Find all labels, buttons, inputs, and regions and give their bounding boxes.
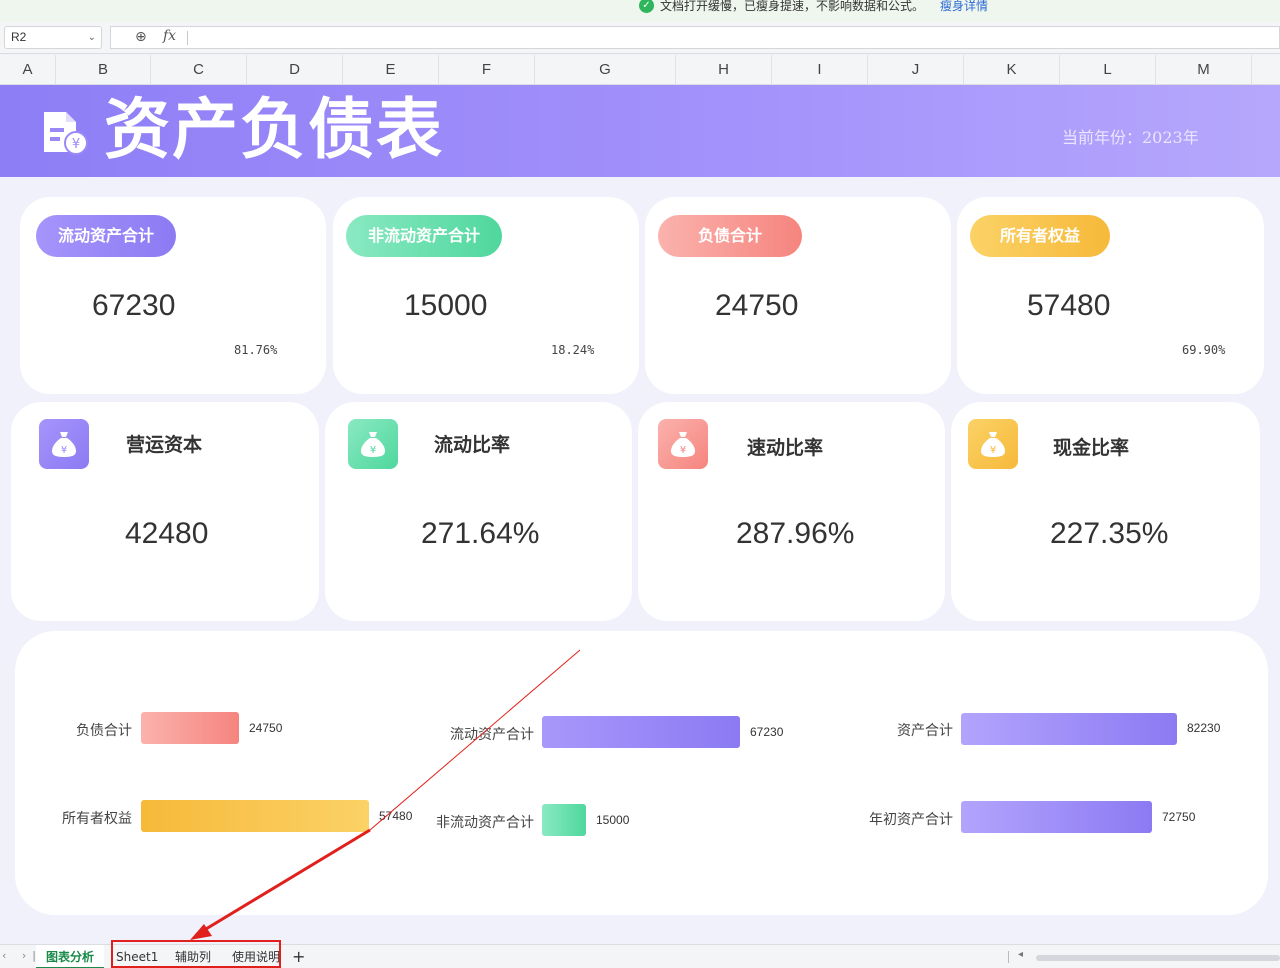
- column-header-g[interactable]: G: [535, 55, 676, 85]
- formula-separator: [187, 31, 188, 45]
- annotation-arrowhead: [190, 924, 212, 940]
- bar-chart-panel: [15, 631, 1268, 915]
- svg-text:¥: ¥: [680, 445, 686, 456]
- column-header-l[interactable]: L: [1060, 55, 1156, 85]
- column-header-row: A B C D E F G H I J K L M: [0, 55, 1280, 85]
- add-sheet-button[interactable]: +: [292, 945, 305, 968]
- column-header-f[interactable]: F: [439, 55, 535, 85]
- ratio-card-quick-ratio: ¥ 速动比率 287.96%: [638, 402, 945, 621]
- ratio-card-cash-ratio: ¥ 现金比率 227.35%: [951, 402, 1260, 621]
- bar-value-liabilities: 24750: [249, 721, 283, 735]
- kpi-label-pill: 流动资产合计: [36, 215, 177, 257]
- column-header-h[interactable]: H: [676, 55, 772, 85]
- bar-label-equity: 所有者权益: [62, 811, 132, 827]
- fx-icon[interactable]: fx: [163, 28, 176, 44]
- bar-noncurrent-assets: [542, 804, 586, 836]
- ratio-card-current-ratio: ¥ 流动比率 271.64%: [325, 402, 632, 621]
- bar-equity: [141, 800, 369, 832]
- bar-total-assets: [961, 713, 1177, 745]
- name-box[interactable]: R2 ⌄: [4, 26, 102, 49]
- column-header-i[interactable]: I: [772, 55, 868, 85]
- svg-text:¥: ¥: [370, 445, 376, 456]
- bar-value-current-assets: 67230: [750, 725, 784, 739]
- svg-text:¥: ¥: [72, 137, 80, 152]
- check-circle-icon: ✓: [639, 0, 654, 13]
- column-header-e[interactable]: E: [343, 55, 439, 85]
- svg-text:¥: ¥: [61, 445, 67, 456]
- column-header-k[interactable]: K: [964, 55, 1060, 85]
- column-header-m[interactable]: M: [1156, 55, 1252, 85]
- ratio-value: 227.35%: [1050, 517, 1169, 550]
- cell-reference: R2: [11, 30, 27, 44]
- kpi-label-pill: 负债合计: [658, 215, 803, 257]
- money-bag-icon: ¥: [348, 419, 398, 469]
- bar-current-assets: [542, 716, 740, 748]
- bar-label-noncurrent-assets: 非流动资产合计: [436, 815, 534, 831]
- money-bag-icon: ¥: [39, 419, 89, 469]
- bar-value-noncurrent-assets: 15000: [596, 813, 630, 827]
- formula-bar: R2 ⌄ ⊕ fx: [0, 22, 1280, 54]
- bar-liabilities: [141, 712, 239, 744]
- formula-input[interactable]: ⊕ fx: [110, 26, 1280, 49]
- slim-details-link[interactable]: 瘦身详情: [940, 0, 988, 14]
- column-header-a[interactable]: A: [0, 55, 56, 85]
- kpi-value: 67230: [92, 289, 176, 322]
- notification-message: 文档打开缓慢，已瘦身提速，不影响数据和公式。: [660, 0, 925, 13]
- money-bag-icon: ¥: [968, 419, 1018, 469]
- bar-label-liabilities: 负债合计: [76, 723, 132, 739]
- kpi-label-pill: 非流动资产合计: [346, 215, 503, 257]
- column-header-j[interactable]: J: [868, 55, 964, 85]
- bar-label-start-year-assets: 年初资产合计: [869, 812, 953, 828]
- kpi-card-noncurrent-assets: 非流动资产合计 15000 18.24%: [333, 197, 639, 394]
- ratio-label: 营运资本: [126, 434, 203, 456]
- document-yuan-icon: ¥: [44, 112, 88, 155]
- bar-label-total-assets: 资产合计: [897, 723, 953, 739]
- sheet-tab-chart-analysis[interactable]: 图表分析: [36, 945, 105, 968]
- kpi-value: 24750: [715, 289, 799, 322]
- notification-bar: ✓ 文档打开缓慢，已瘦身提速，不影响数据和公式。 瘦身详情: [0, 0, 1280, 22]
- column-header-c[interactable]: C: [151, 55, 247, 85]
- kpi-percent: 69.90%: [1182, 343, 1226, 357]
- kpi-card-current-assets: 流动资产合计 67230 81.76%: [20, 197, 326, 394]
- bar-value-start-year-assets: 72750: [1162, 810, 1196, 824]
- zoom-icon[interactable]: ⊕: [135, 29, 147, 45]
- ratio-label: 流动比率: [434, 434, 511, 456]
- ratio-value: 287.96%: [736, 517, 855, 550]
- column-header-b[interactable]: B: [56, 55, 151, 85]
- ratio-value: 271.64%: [421, 517, 540, 550]
- bar-value-total-assets: 82230: [1187, 721, 1221, 735]
- chevron-down-icon[interactable]: ⌄: [88, 27, 96, 48]
- kpi-card-equity: 所有者权益 57480 69.90%: [957, 197, 1264, 394]
- scroll-divider: [1008, 951, 1009, 963]
- kpi-percent: 81.76%: [234, 343, 278, 357]
- scroll-left-icon[interactable]: ◂: [1018, 949, 1023, 960]
- ratio-value: 42480: [125, 517, 209, 550]
- kpi-value: 15000: [404, 289, 488, 322]
- kpi-percent: 18.24%: [551, 343, 595, 357]
- kpi-label-pill: 所有者权益: [970, 215, 1111, 257]
- money-bag-icon: ¥: [658, 419, 708, 469]
- column-header-d[interactable]: D: [247, 55, 343, 85]
- page-title: 资产负债表: [104, 91, 444, 168]
- current-year-label: 当前年份：2023年: [1062, 128, 1199, 147]
- ratio-label: 现金比率: [1053, 437, 1130, 459]
- ratio-label: 速动比率: [747, 437, 824, 459]
- bar-label-current-assets: 流动资产合计: [450, 727, 534, 743]
- horizontal-scrollbar[interactable]: [1036, 955, 1280, 961]
- bar-start-year-assets: [961, 801, 1152, 833]
- bar-value-equity: 57480: [379, 809, 413, 823]
- svg-text:¥: ¥: [990, 445, 996, 456]
- ratio-card-working-capital: ¥ 营运资本 42480: [11, 402, 319, 621]
- tab-highlight-box: [111, 940, 281, 968]
- kpi-value: 57480: [1027, 289, 1111, 322]
- kpi-card-liabilities: 负债合计 24750: [645, 197, 951, 394]
